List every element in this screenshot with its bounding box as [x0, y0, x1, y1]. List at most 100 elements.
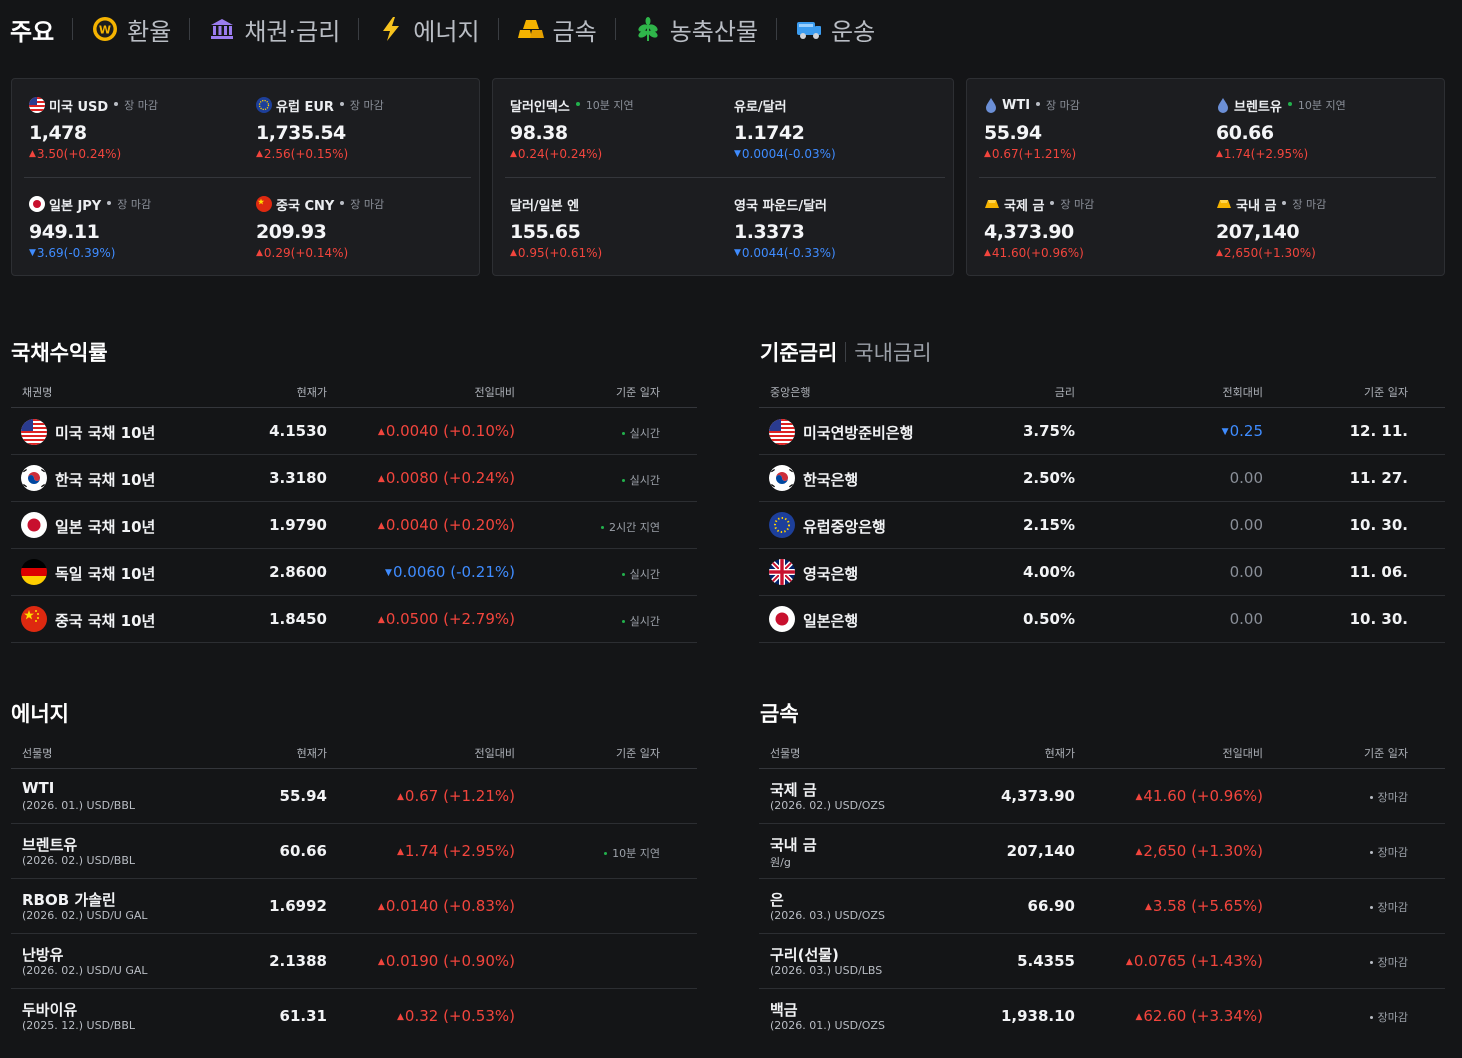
tab-exchange[interactable]: W 환율 — [73, 8, 189, 50]
table-row[interactable]: 영국은행 4.00% 0.00 11. 06. — [759, 549, 1445, 596]
future-change: ▲1.74 (+2.95%) — [397, 842, 515, 860]
commodity-change-text: 41.60(+0.96%) — [991, 246, 1084, 260]
col-change: 전일대비 — [474, 386, 515, 399]
table-row[interactable]: 난방유 (2026. 02.) USD/U GAL 2.1388 ▲0.0190… — [11, 934, 697, 989]
col-change: 전일대비 — [474, 747, 515, 760]
domestic-rates-tab[interactable]: 국내금리 — [854, 341, 931, 365]
tab-metals[interactable]: 금속 — [499, 8, 615, 50]
table-row[interactable]: 은 (2026. 03.) USD/OZS 66.90 ▲3.58 (+5.65… — [759, 879, 1445, 934]
tab-label: 금속 — [552, 17, 597, 46]
rate-date: 11. 06. — [1349, 563, 1408, 581]
table-row[interactable]: 두바이유 (2025. 12.) USD/BBL 61.31 ▲0.32 (+0… — [11, 989, 697, 1044]
status-dot — [1369, 1016, 1373, 1019]
gold-bars-icon — [517, 15, 545, 43]
up-triangle-icon: ▲ — [1135, 792, 1143, 802]
index-value: 98.38 — [510, 122, 568, 144]
table-row[interactable]: 미국 국채 10년 4.1530 ▲0.0040 (+0.10%) 실시간 — [11, 408, 697, 455]
index-change-text: 0.24(+0.24%) — [517, 147, 603, 161]
up-triangle-icon: ▲ — [377, 474, 385, 484]
tab-main[interactable]: 주요 — [10, 8, 72, 50]
index-usdjpy[interactable]: 달러/일본 엔 155.65 ▲0.95(+0.61%) — [510, 195, 710, 275]
status-dot — [1369, 851, 1373, 854]
fx-change-text: 3.50(+0.24%) — [36, 147, 122, 161]
tab-transport[interactable]: 운송 — [777, 8, 893, 50]
index-value: 155.65 — [510, 221, 581, 243]
up-triangle-icon: ▲ — [396, 792, 404, 802]
table-row[interactable]: 백금 (2026. 01.) USD/OZS 1,938.10 ▲62.60 (… — [759, 989, 1445, 1044]
future-spec: (2026. 02.) USD/U GAL — [22, 909, 148, 922]
table-row[interactable]: 구리(선물) (2026. 03.) USD/LBS 5.4355 ▲0.076… — [759, 934, 1445, 989]
future-change-text: 0.0140 (+0.83%) — [385, 897, 515, 915]
table-row[interactable]: 한국 국채 10년 3.3180 ▲0.0080 (+0.24%) 실시간 — [11, 455, 697, 502]
rate-value: 4.00% — [1022, 563, 1075, 581]
fx-jpy[interactable]: 일본 JPY 장 마감 949.11 ▼3.69(-0.39%) — [29, 195, 229, 275]
tab-label: 농축산물 — [669, 17, 759, 46]
col-price: 현재가 — [1044, 747, 1075, 760]
eu-flag-icon — [256, 97, 272, 113]
future-name: 백금 — [770, 1001, 798, 1019]
index-value: 1.3373 — [734, 221, 805, 243]
future-price: 55.94 — [279, 787, 327, 805]
table-row[interactable]: 브렌트유 (2026. 02.) USD/BBL 60.66 ▲1.74 (+2… — [11, 824, 697, 879]
bond-date-text: 실시간 — [629, 615, 660, 628]
commodity-summary-card[interactable]: WTI 장 마감 55.94 ▲0.67(+1.21%) 브렌트유 10분 지연 6… — [966, 78, 1445, 276]
index-tag: 10분 지연 — [585, 99, 634, 112]
commodity-change-text: 0.67(+1.21%) — [991, 147, 1077, 161]
commodity-brent[interactable]: 브렌트유 10분 지연 60.66 ▲1.74(+2.95%) — [1216, 96, 1416, 176]
commodity-intl-gold[interactable]: 국제 금 장 마감 4,373.90 ▲41.60(+0.96%) — [984, 195, 1184, 275]
col-name: 선물명 — [22, 747, 53, 760]
commodity-tag: 10분 지연 — [1297, 99, 1346, 112]
table-row[interactable]: RBOB 가솔린 (2026. 02.) USD/U GAL 1.6992 ▲0… — [11, 879, 697, 934]
status-dot — [621, 479, 625, 482]
future-date-text: 장마감 — [1377, 1011, 1408, 1024]
status-dot — [1282, 201, 1287, 205]
eu-flag-icon — [769, 512, 795, 542]
tab-bonds-rates[interactable]: 채권·금리 — [190, 8, 358, 50]
table-row[interactable]: 국제 금 (2026. 02.) USD/OZS 4,373.90 ▲41.60… — [759, 769, 1445, 824]
fx-eur[interactable]: 유럽 EUR 장 마감 1,735.54 ▲2.56(+0.15%) — [256, 96, 456, 176]
future-date-text: 장마감 — [1377, 956, 1408, 969]
future-price: 4,373.90 — [1000, 787, 1075, 805]
index-gbpusd[interactable]: 영국 파운드/달러 1.3373 ▼0.0044(-0.33%) — [734, 195, 934, 275]
table-row[interactable]: 일본은행 0.50% 0.00 10. 30. — [759, 596, 1445, 643]
rates-title-tab[interactable]: 기준금리 — [760, 341, 837, 365]
bond-price: 3.3180 — [269, 469, 327, 487]
metals-table: 선물명 현재가 전일대비 기준 일자 국제 금 (2026. 02.) USD/… — [759, 737, 1445, 1044]
tab-energy[interactable]: 에너지 — [359, 8, 497, 50]
future-date-text: 장마감 — [1377, 846, 1408, 859]
table-row[interactable]: 독일 국채 10년 2.8600 ▼0.0060 (-0.21%) 실시간 — [11, 549, 697, 596]
commodity-value: 207,140 — [1216, 221, 1300, 243]
fx-name: 중국 CNY — [276, 198, 335, 214]
table-row[interactable]: 미국연방준비은행 3.75% ▼0.25 12. 11. — [759, 408, 1445, 455]
commodity-value: 4,373.90 — [984, 221, 1074, 243]
table-row[interactable]: 일본 국채 10년 1.9790 ▲0.0040 (+0.20%) 2시간 지연 — [11, 502, 697, 549]
fx-summary-card[interactable]: 미국 USD 장 마감 1,478 ▲3.50(+0.24%) 유럽 EUR 장 마… — [11, 78, 480, 276]
tab-agriculture[interactable]: 농축산물 — [616, 8, 776, 50]
status-dot — [621, 573, 625, 576]
commodity-wti[interactable]: WTI 장 마감 55.94 ▲0.67(+1.21%) — [984, 96, 1184, 176]
future-date: 장마감 — [1369, 1009, 1408, 1025]
index-change-text: 0.95(+0.61%) — [517, 246, 603, 260]
commodity-name: 브렌트유 — [1234, 99, 1282, 115]
table-row[interactable]: WTI (2026. 01.) USD/BBL 55.94 ▲0.67 (+1.… — [11, 769, 697, 824]
index-eurusd[interactable]: 유로/달러 1.1742 ▼0.0004(-0.03%) — [734, 96, 934, 176]
us-flag-icon — [21, 419, 47, 449]
fx-name: 유럽 EUR — [276, 99, 334, 115]
future-change-text: 0.32 (+0.53%) — [404, 1007, 515, 1025]
fx-usd[interactable]: 미국 USD 장 마감 1,478 ▲3.50(+0.24%) — [29, 96, 229, 176]
fx-cny[interactable]: 중국 CNY 장 마감 209.93 ▲0.29(+0.14%) — [256, 195, 456, 275]
table-row[interactable]: 유럽중앙은행 2.15% 0.00 10. 30. — [759, 502, 1445, 549]
future-name: 브렌트유 — [22, 836, 78, 854]
table-row[interactable]: 국내 금 원/g 207,140 ▲2,650 (+1.30%) 장마감 — [759, 824, 1445, 879]
bond-price: 1.9790 — [269, 516, 327, 534]
future-spec: (2026. 02.) USD/BBL — [22, 854, 135, 867]
index-change: ▲0.24(+0.24%) — [510, 147, 710, 161]
table-row[interactable]: 한국은행 2.50% 0.00 11. 27. — [759, 455, 1445, 502]
index-summary-card[interactable]: 달러인덱스 10분 지연 98.38 ▲0.24(+0.24%) 유로/달러 1.… — [492, 78, 954, 276]
commodity-domestic-gold[interactable]: 국내 금 장 마감 207,140 ▲2,650(+1.30%) — [1216, 195, 1416, 275]
future-date: 장마감 — [1369, 899, 1408, 915]
table-row[interactable]: 중국 국채 10년 1.8450 ▲0.0500 (+2.79%) 실시간 — [11, 596, 697, 643]
index-dxy[interactable]: 달러인덱스 10분 지연 98.38 ▲0.24(+0.24%) — [510, 96, 710, 176]
energy-title-text: 에너지 — [11, 702, 69, 726]
future-change-text: 2,650 (+1.30%) — [1143, 842, 1263, 860]
